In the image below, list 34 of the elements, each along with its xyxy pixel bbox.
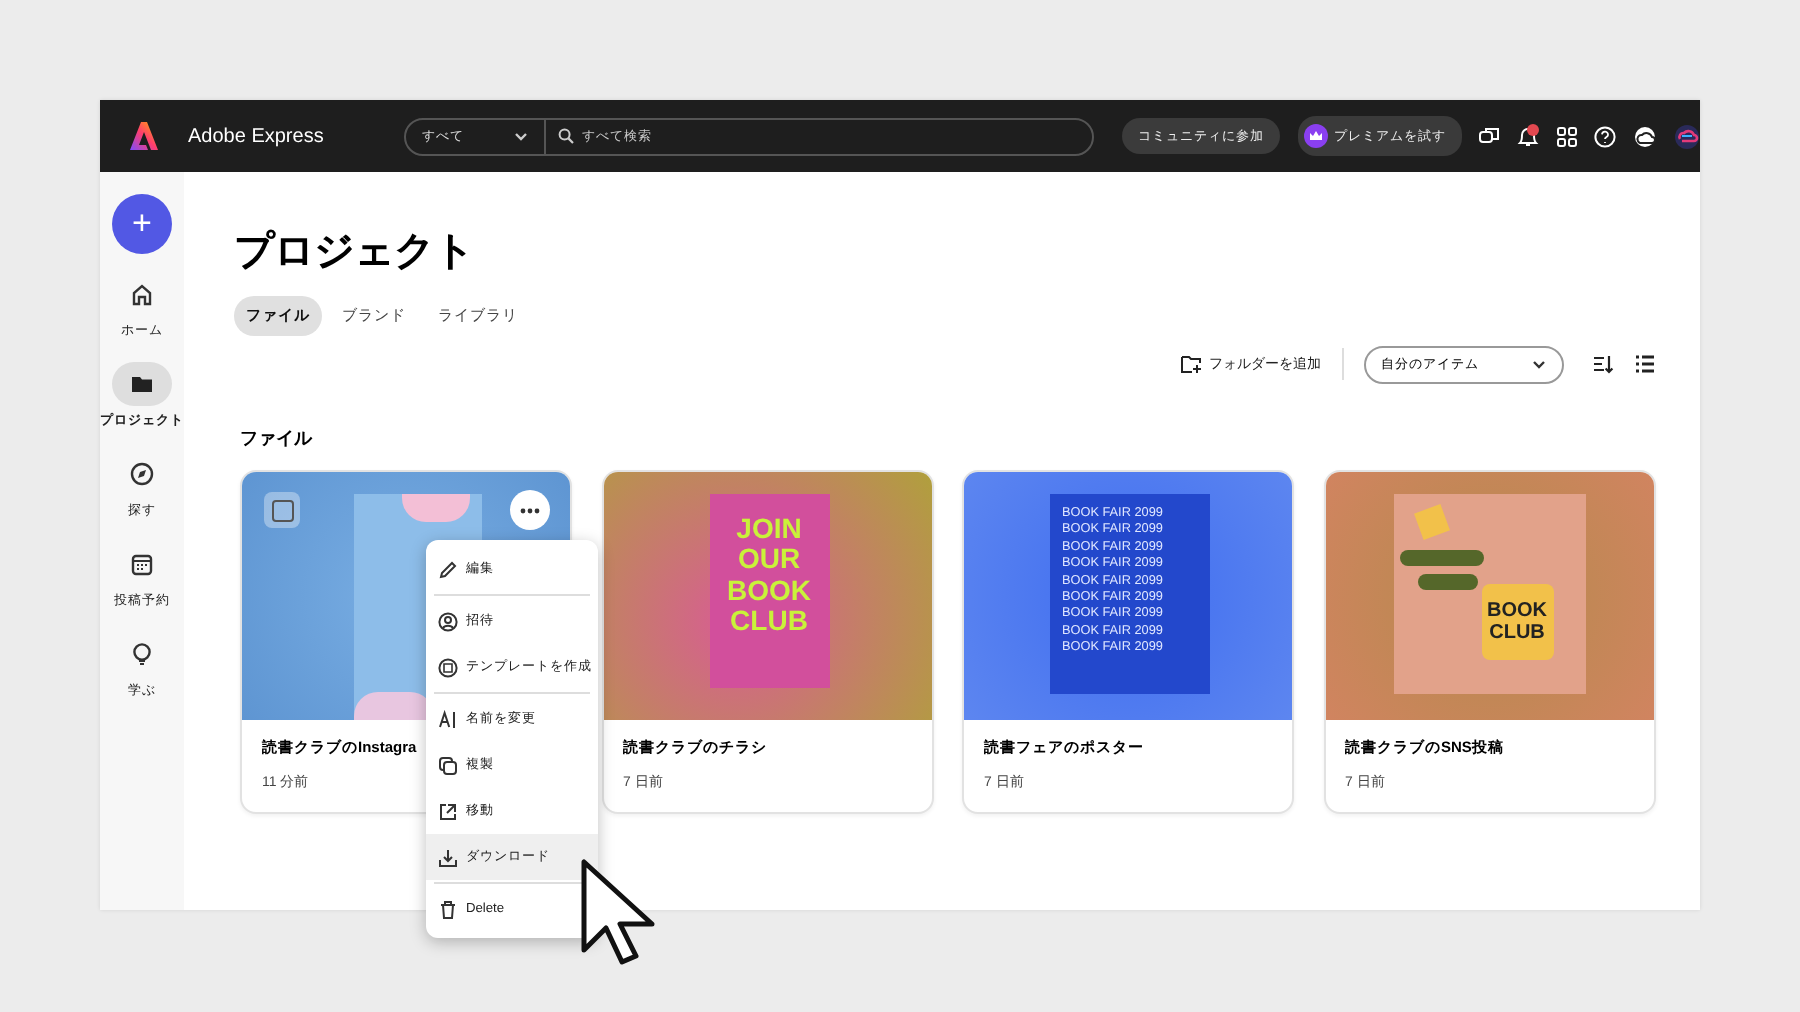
chevron-down-icon <box>513 131 528 141</box>
app-logo-icon <box>128 120 160 152</box>
list-view-icon[interactable] <box>1633 354 1655 374</box>
chevron-down-icon <box>1531 359 1545 369</box>
sort-icon[interactable] <box>1591 354 1613 374</box>
folder-plus-icon <box>1179 354 1201 374</box>
flyer-poster: JOIN OUR BOOK CLUB <box>709 494 829 688</box>
text-cursor-icon <box>438 709 458 729</box>
external-arrow-icon <box>438 801 458 821</box>
cloud-shape <box>402 494 470 522</box>
select-checkbox[interactable] <box>264 492 300 528</box>
lightbulb-icon <box>130 642 154 666</box>
folder-icon <box>130 374 154 394</box>
page-title: プロジェクト <box>234 227 476 278</box>
profile-circle-icon[interactable] <box>1674 123 1700 149</box>
crown-icon <box>1304 124 1328 148</box>
home-icon <box>130 282 154 306</box>
book-club-poster: BOOK CLUB <box>1393 494 1585 694</box>
help-icon[interactable] <box>1594 125 1616 147</box>
pencil-icon <box>438 559 458 579</box>
calendar-icon <box>130 552 154 576</box>
cloud-icon[interactable] <box>1632 125 1658 147</box>
notification-bell-icon[interactable] <box>1516 124 1540 148</box>
download-icon <box>438 847 458 867</box>
app-name: Adobe Express <box>188 125 324 147</box>
duplicate-icon <box>438 755 458 775</box>
more-icon <box>520 507 540 513</box>
search-icon <box>557 128 574 144</box>
trash-icon <box>438 899 458 919</box>
section-heading: ファイル <box>240 426 315 452</box>
create-button[interactable]: + <box>112 194 172 254</box>
apps-grid-icon[interactable] <box>1556 125 1578 147</box>
chat-bubbles-icon[interactable] <box>1478 125 1500 147</box>
compass-icon <box>130 462 154 486</box>
